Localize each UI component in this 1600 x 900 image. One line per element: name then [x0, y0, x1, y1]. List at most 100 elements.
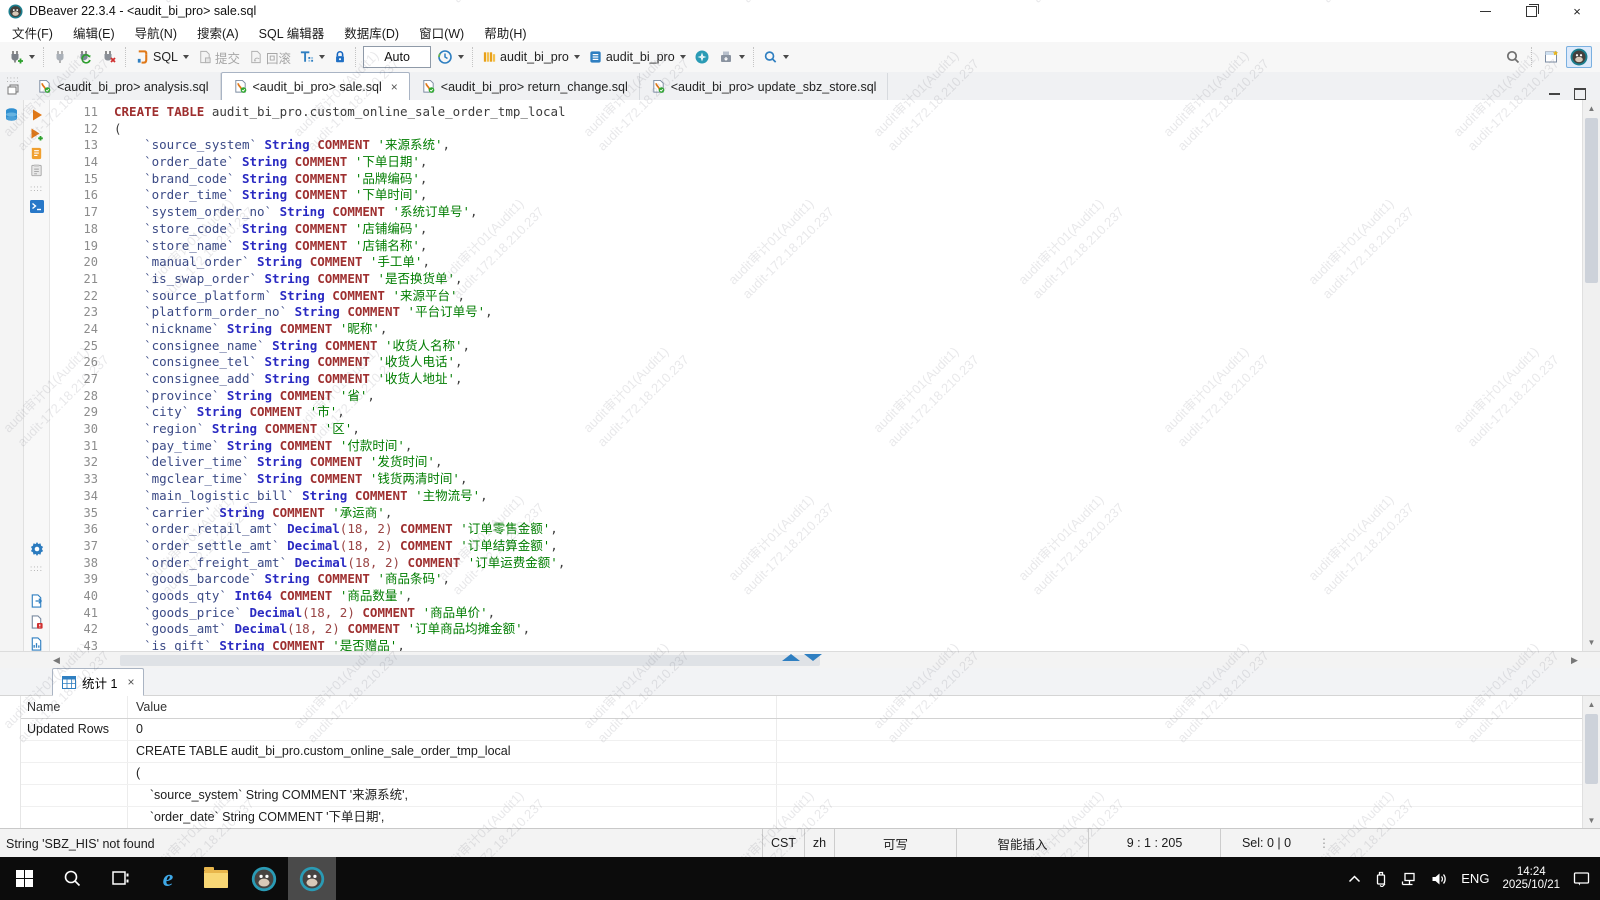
minimize-editor-icon[interactable]	[1549, 93, 1560, 95]
explain-plan-button[interactable]	[28, 162, 45, 179]
minimized-view-bar[interactable]: ::::	[0, 72, 26, 100]
editor-horizontal-scrollbar[interactable]: ◀ ▶	[0, 651, 1600, 669]
database-navigator-icon[interactable]	[3, 106, 20, 123]
editor-tab-4[interactable]: <audit_bi_pro> update_sbz_store.sql	[640, 73, 889, 100]
toolbar-separator	[125, 47, 127, 67]
task-view-button[interactable]	[96, 857, 144, 900]
drag-handle-icon: ::::	[7, 77, 20, 82]
menu-item-7[interactable]: 窗口(W)	[409, 22, 474, 42]
taskbar-search-button[interactable]	[48, 857, 96, 900]
chevron-down-icon	[29, 55, 35, 59]
column-header-name[interactable]: Name	[21, 696, 128, 718]
sql-editor-button[interactable]: SQL	[131, 47, 193, 67]
commit-button[interactable]: 提交	[193, 46, 244, 69]
menu-item-6[interactable]: 数据库(D)	[334, 22, 409, 42]
transaction-log-button[interactable]	[433, 47, 468, 67]
execute-script-button[interactable]	[28, 145, 45, 162]
statistics-doc-button[interactable]	[28, 635, 45, 652]
disconnect-all-button[interactable]	[97, 47, 121, 67]
menu-item-1[interactable]: 文件(F)	[2, 22, 63, 42]
notification-center-icon[interactable]	[1573, 871, 1590, 887]
export-result-button[interactable]	[28, 592, 45, 609]
lock-icon[interactable]	[329, 47, 351, 67]
table-row[interactable]: Updated Rows0	[21, 719, 1600, 741]
status-segment-4[interactable]: 智能插入	[956, 829, 1088, 857]
internet-explorer-button[interactable]: e	[144, 857, 192, 900]
sql-console-button[interactable]	[28, 198, 45, 215]
status-segment-2[interactable]: zh	[804, 829, 834, 857]
sql-code-editor[interactable]: 11CREATE TABLE audit_bi_pro.custom_onlin…	[50, 100, 1582, 651]
usb-device-icon[interactable]	[1374, 871, 1388, 887]
network-icon[interactable]	[1401, 872, 1418, 886]
data-transfer-button[interactable]	[714, 47, 749, 67]
file-explorer-button[interactable]	[192, 857, 240, 900]
editor-tab-3[interactable]: <audit_bi_pro> return_change.sql	[410, 73, 640, 100]
reconnect-button[interactable]	[73, 47, 97, 67]
close-tab-icon[interactable]: ×	[391, 80, 398, 94]
status-segment-6[interactable]: Sel: 0 | 0	[1220, 829, 1312, 857]
commit-mode-select[interactable]: Auto	[363, 46, 431, 68]
editor-vertical-scrollbar[interactable]: ▲ ▼	[1582, 100, 1600, 651]
close-tab-icon[interactable]: ×	[127, 675, 134, 689]
execute-statement-button[interactable]	[28, 106, 45, 123]
status-segment-1[interactable]: CST	[762, 829, 804, 857]
dbeaver-app-button[interactable]	[240, 857, 288, 900]
table-row[interactable]: (	[21, 763, 1600, 785]
results-vertical-scrollbar[interactable]: ▲ ▼	[1582, 696, 1600, 829]
save-report-button[interactable]	[28, 613, 45, 630]
code-line-42: 42 `goods_amt` Decimal(18, 2) COMMENT '订…	[50, 621, 1582, 638]
search-button[interactable]	[759, 47, 793, 67]
scroll-left-icon[interactable]: ◀	[48, 652, 65, 669]
scroll-up-icon[interactable]: ▲	[1583, 696, 1600, 713]
settings-gear-icon[interactable]	[28, 540, 45, 557]
menu-item-2[interactable]: 编辑(E)	[63, 22, 125, 42]
table-row[interactable]: `source_system` String COMMENT '来源系统',	[21, 785, 1600, 807]
menu-item-4[interactable]: 搜索(A)	[187, 22, 249, 42]
minimize-button[interactable]	[1462, 0, 1508, 22]
new-connection-button[interactable]	[4, 47, 39, 67]
restore-button[interactable]	[1508, 0, 1554, 22]
commit-label: 提交	[215, 48, 240, 67]
schema-selector[interactable]: audit_bi_pro	[584, 47, 690, 67]
dbeaver-app-button-active[interactable]	[288, 857, 336, 900]
system-tray: ENG 14:24 2025/10/21	[1348, 857, 1600, 900]
editor-tab-1[interactable]: <audit_bi_pro> analysis.sql	[26, 73, 221, 100]
disconnect-button[interactable]	[49, 47, 73, 67]
maximize-editor-icon[interactable]	[1574, 88, 1586, 100]
chevron-down-icon	[319, 55, 325, 59]
database-selector[interactable]: audit_bi_pro	[478, 47, 584, 67]
line-number: 25	[50, 338, 114, 355]
line-number: 42	[50, 621, 114, 638]
menu-item-3[interactable]: 导航(N)	[125, 22, 187, 42]
menu-item-8[interactable]: 帮助(H)	[474, 22, 536, 42]
start-button[interactable]	[0, 857, 48, 900]
volume-icon[interactable]	[1431, 872, 1448, 886]
scroll-down-icon[interactable]: ▼	[1583, 634, 1600, 651]
toolbar-separator	[472, 47, 474, 67]
dashboard-button[interactable]	[690, 47, 714, 67]
code-line-21: 21 `is_swap_order` String COMMENT '是否换货单…	[50, 271, 1582, 288]
editor-tab-2[interactable]: <audit_bi_pro> sale.sql×	[221, 72, 410, 101]
execute-in-new-tab-button[interactable]	[28, 126, 45, 143]
transaction-mode-button[interactable]	[295, 47, 329, 67]
scroll-up-icon[interactable]: ▲	[1583, 100, 1600, 117]
quick-access-search-icon[interactable]	[1505, 49, 1521, 65]
input-language-indicator[interactable]: ENG	[1461, 871, 1489, 886]
taskbar-clock[interactable]: 14:24 2025/10/21	[1502, 866, 1560, 892]
table-row[interactable]: CREATE TABLE audit_bi_pro.custom_online_…	[21, 741, 1600, 763]
scroll-down-icon[interactable]: ▼	[1583, 812, 1600, 829]
statistics-tab[interactable]: 统计 1 ×	[52, 668, 144, 696]
panel-sash-control[interactable]	[782, 654, 822, 661]
close-button[interactable]: ×	[1554, 0, 1600, 22]
rollback-button[interactable]: 回滚	[244, 46, 295, 69]
scroll-right-icon[interactable]: ▶	[1566, 652, 1583, 669]
tray-chevron-up-icon[interactable]	[1348, 875, 1361, 883]
statistics-grid[interactable]: NameValue Updated Rows0CREATE TABLE audi…	[0, 696, 1600, 829]
table-row[interactable]: `order_date` String COMMENT '下单日期',	[21, 807, 1600, 829]
menu-item-5[interactable]: SQL 编辑器	[249, 22, 335, 42]
status-segment-5[interactable]: 9 : 1 : 205	[1088, 829, 1220, 857]
status-segment-3[interactable]: 可写	[834, 829, 956, 857]
open-perspective-icon[interactable]	[1543, 49, 1560, 65]
dbeaver-perspective-button[interactable]	[1566, 46, 1592, 68]
column-header-value[interactable]: Value	[128, 696, 777, 718]
